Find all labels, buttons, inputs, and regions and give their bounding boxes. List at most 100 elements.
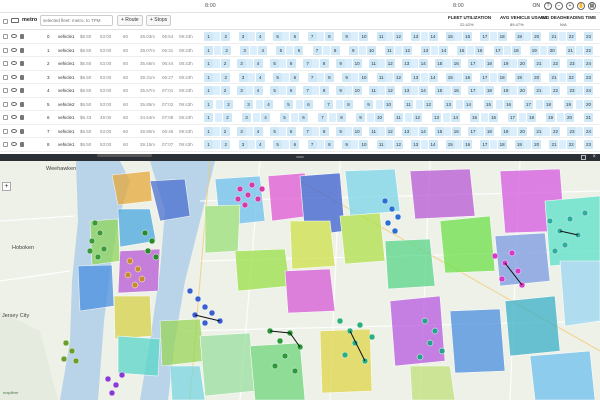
stop-chip[interactable]: 22 bbox=[566, 32, 576, 41]
visibility-icon[interactable] bbox=[11, 88, 17, 92]
stop-chip[interactable]: 10 bbox=[352, 59, 362, 68]
table-row[interactable]: 8 vehicle1 $6.50 53:00 60 39.15m 07:07 09:43h 1 2… bbox=[0, 138, 600, 152]
stop-chip[interactable]: 9 bbox=[356, 113, 365, 122]
stop-chip[interactable]: 18 bbox=[511, 45, 521, 55]
help-icon[interactable]: ? bbox=[544, 2, 552, 10]
stop-chip[interactable]: 19 bbox=[514, 72, 524, 82]
table-row[interactable]: 4 vehicle1 $6.50 53:00 60 35.67m 07:01 09:43h 1 2… bbox=[0, 84, 600, 98]
stop-chip[interactable]: 13 bbox=[402, 126, 412, 136]
stop-chip[interactable]: 2 bbox=[221, 32, 231, 41]
stop-chip[interactable]: 2 bbox=[222, 45, 232, 55]
stop-chip[interactable]: 3 bbox=[238, 32, 248, 41]
stop-chip[interactable]: 5 bbox=[280, 113, 289, 122]
stop-chip[interactable]: 1 bbox=[204, 86, 213, 95]
stop-chip[interactable]: 21 bbox=[565, 45, 575, 55]
stop-chip[interactable]: 17 bbox=[480, 140, 490, 149]
lock-icon[interactable] bbox=[20, 61, 24, 66]
stop-chip[interactable]: 13 bbox=[402, 86, 412, 95]
close-icon[interactable]: × bbox=[592, 154, 596, 161]
stop-chip[interactable]: 13 bbox=[421, 45, 431, 55]
select-all-checkbox[interactable] bbox=[3, 19, 8, 24]
stop-chip[interactable]: 14 bbox=[428, 140, 438, 149]
stop-chip[interactable]: 14 bbox=[428, 32, 438, 41]
stop-chip[interactable]: 6 bbox=[290, 32, 300, 41]
stop-chip[interactable]: 17 bbox=[480, 32, 490, 41]
stop-chip[interactable]: 15 bbox=[445, 140, 455, 149]
stop-chip[interactable]: 11 bbox=[369, 59, 379, 68]
stop-chip[interactable]: 7 bbox=[318, 113, 327, 122]
stop-chip[interactable]: 17 bbox=[524, 99, 533, 109]
drag-grip-icon[interactable] bbox=[296, 156, 304, 158]
stop-chip[interactable]: 6 bbox=[304, 99, 313, 109]
stop-chip[interactable]: 24 bbox=[584, 86, 593, 95]
stop-chip[interactable]: 11 bbox=[376, 32, 386, 41]
panel-resize-handle[interactable]: × bbox=[0, 154, 600, 161]
stop-chip[interactable]: 13 bbox=[444, 99, 453, 109]
stop-chip[interactable]: 16 bbox=[463, 140, 473, 149]
route-map[interactable]: Weehawken Hoboken Jersey City + maplibre bbox=[0, 161, 600, 400]
fleet-search-input[interactable] bbox=[40, 15, 113, 26]
stop-chip[interactable]: 1 bbox=[204, 140, 213, 149]
stop-chip[interactable]: 16 bbox=[489, 113, 498, 122]
stop-chip[interactable]: 1 bbox=[204, 113, 213, 122]
stop-chip[interactable]: 7 bbox=[303, 86, 313, 95]
stop-chip[interactable]: 10 bbox=[375, 113, 384, 122]
stop-chip[interactable]: 15 bbox=[435, 86, 445, 95]
stop-chip[interactable]: 16 bbox=[451, 126, 461, 136]
stop-chip[interactable]: 23 bbox=[584, 32, 593, 41]
stop-chip[interactable]: 5 bbox=[273, 72, 283, 82]
stop-chip[interactable]: 8 bbox=[337, 113, 346, 122]
stop-chip[interactable]: 12 bbox=[385, 59, 395, 68]
stop-chip[interactable]: 23 bbox=[584, 140, 593, 149]
stop-chip[interactable]: 3 bbox=[237, 126, 247, 136]
lock-icon[interactable] bbox=[20, 88, 24, 93]
table-row[interactable]: 2 vehicle1 $6.50 53:00 60 35.66m 06:44 08:43h 1 2… bbox=[0, 57, 600, 71]
stop-chip[interactable]: 12 bbox=[385, 126, 395, 136]
stop-chip[interactable]: 11 bbox=[376, 140, 386, 149]
table-row[interactable]: 1 vehicle1 $6.50 53:00 60 39.07m 06:31 08:43h 1 2… bbox=[0, 44, 600, 57]
stop-chip[interactable]: 7 bbox=[307, 140, 317, 149]
row-checkbox[interactable] bbox=[3, 47, 8, 53]
stop-chip[interactable]: 1 bbox=[204, 59, 213, 68]
toggle-on-label[interactable]: ON bbox=[533, 3, 541, 9]
scrollbar-thumb[interactable] bbox=[97, 154, 152, 157]
stop-chip[interactable]: 6 bbox=[286, 86, 296, 95]
stop-chip[interactable]: 19 bbox=[514, 32, 524, 41]
stop-chip[interactable]: 19 bbox=[529, 45, 539, 55]
stop-chip[interactable]: 20 bbox=[532, 32, 542, 41]
stop-chip[interactable]: 7 bbox=[312, 45, 322, 55]
stop-chip[interactable]: 15 bbox=[445, 72, 455, 82]
row-checkbox[interactable] bbox=[3, 115, 8, 120]
stop-chip[interactable]: 1 bbox=[204, 99, 213, 109]
stop-chip[interactable]: 3 bbox=[238, 140, 248, 149]
stop-chip[interactable]: 15 bbox=[457, 45, 467, 55]
row-checkbox[interactable] bbox=[3, 142, 8, 147]
stop-chip[interactable]: 15 bbox=[470, 113, 479, 122]
table-row[interactable]: 7 vehicle1 $6.50 53:00 60 38.90m 06:46 09:43h 1 2… bbox=[0, 125, 600, 138]
stop-chip[interactable]: 4 bbox=[258, 45, 268, 55]
stop-chip[interactable]: 21 bbox=[584, 113, 593, 122]
lock-icon[interactable] bbox=[20, 142, 24, 147]
stop-chip[interactable]: 10 bbox=[359, 32, 369, 41]
stop-chip[interactable]: 6 bbox=[290, 140, 300, 149]
stop-chip[interactable]: 15 bbox=[445, 32, 455, 41]
grid-icon[interactable]: ▦ bbox=[588, 2, 596, 10]
stop-chip[interactable]: 12 bbox=[424, 99, 433, 109]
stop-chip[interactable]: 21 bbox=[549, 140, 559, 149]
stop-chip[interactable]: 22 bbox=[566, 72, 576, 82]
stop-chip[interactable]: 20 bbox=[532, 72, 542, 82]
stop-chip[interactable]: 3 bbox=[237, 59, 247, 68]
stop-chip[interactable]: 18 bbox=[497, 32, 507, 41]
stop-chip[interactable]: 24 bbox=[584, 126, 593, 136]
expand-icon[interactable] bbox=[581, 155, 586, 160]
stop-chip[interactable]: 16 bbox=[451, 59, 461, 68]
stop-chip[interactable]: 5 bbox=[270, 86, 280, 95]
stop-chip[interactable]: 9 bbox=[342, 140, 352, 149]
row-checkbox[interactable] bbox=[3, 34, 8, 39]
stop-chip[interactable]: 20 bbox=[517, 126, 527, 136]
stop-chip[interactable]: 8 bbox=[324, 72, 334, 82]
stop-chip[interactable]: 7 bbox=[307, 32, 317, 41]
visibility-icon[interactable] bbox=[11, 101, 17, 106]
stop-chip[interactable]: 12 bbox=[394, 140, 403, 149]
stop-chip[interactable]: 5 bbox=[276, 45, 286, 55]
